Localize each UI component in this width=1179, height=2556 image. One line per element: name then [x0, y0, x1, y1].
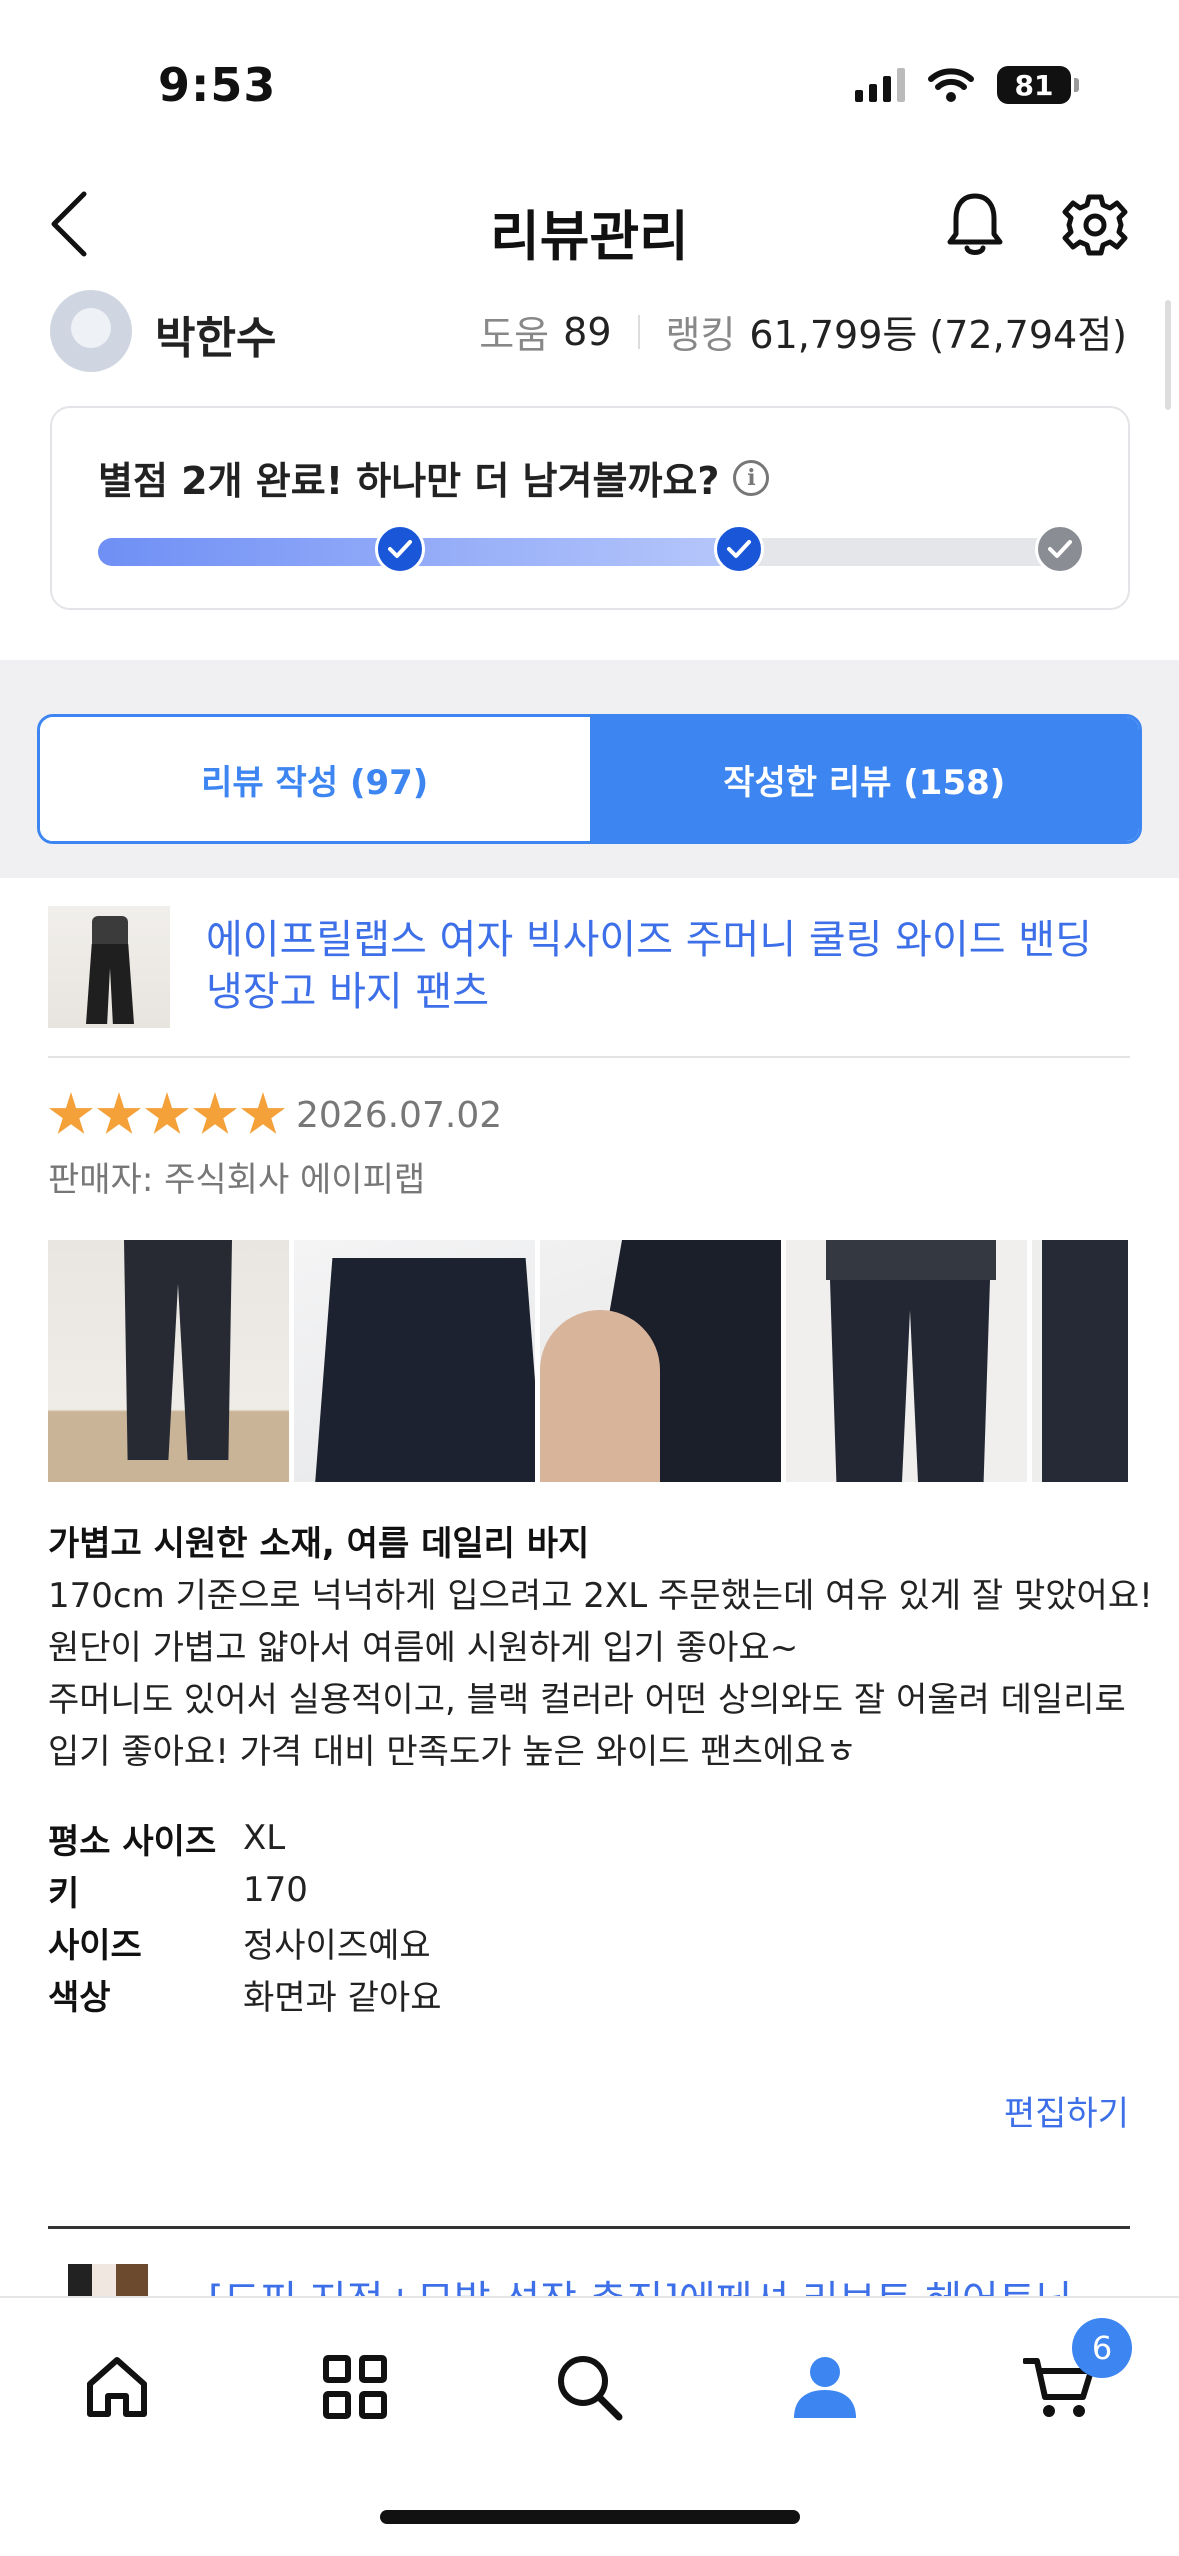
step-3-check-icon: [1035, 524, 1085, 574]
avatar[interactable]: [50, 290, 132, 372]
review-headline: 가볍고 시원한 소재, 여름 데일리 바지: [48, 1524, 590, 1564]
nav-search-button[interactable]: [544, 2342, 634, 2432]
scrollbar[interactable]: [1165, 300, 1171, 410]
seller-name: 판매자: 주식회사 에이피랩: [48, 1160, 426, 1200]
attribute-key: 사이즈: [48, 1925, 142, 1966]
review-photo[interactable]: [786, 1240, 1027, 1482]
cart-count-badge: 6: [1072, 2318, 1132, 2378]
attribute-row: 색상 화면과 같아요: [48, 1968, 442, 2020]
gear-icon: [1062, 194, 1128, 256]
grid-icon: [323, 2355, 387, 2419]
product-title[interactable]: 에이프릴랩스 여자 빅사이즈 주머니 쿨링 와이드 밴딩 냉장고 바지 팬츠: [206, 914, 1106, 1018]
attribute-key: 키: [48, 1873, 80, 1914]
star-rating-progress-card: 별점 2개 완료! 하나만 더 남겨볼까요? i: [50, 406, 1130, 610]
progress-track: [98, 538, 1084, 566]
progress-message: 별점 2개 완료! 하나만 더 남겨볼까요?: [98, 459, 720, 503]
divider: [48, 1056, 1130, 1058]
divider: [48, 2226, 1130, 2229]
ranking-label: 랭킹: [665, 313, 736, 357]
attribute-value: 170: [243, 1870, 308, 1910]
status-bar: 9:53 81: [0, 0, 1179, 170]
star-icon: [96, 1092, 142, 1134]
attribute-key: 평소 사이즈: [48, 1821, 217, 1862]
notifications-button[interactable]: [940, 188, 1010, 262]
product-title[interactable]: [드피 지정+모발 성장 촉진]에페셔 리브트 헤어토닉: [208, 2268, 1072, 2296]
settings-button[interactable]: [1060, 188, 1130, 262]
review-photos: [48, 1240, 1128, 1482]
review-line: 주머니도 있어서 실용적이고, 블랙 컬러라 어떤 상의와도 잘 어울려 데일리…: [48, 1680, 1126, 1720]
battery-icon: 81: [997, 66, 1079, 104]
progress-message-row: 별점 2개 완료! 하나만 더 남겨볼까요? i: [98, 450, 770, 505]
stats-divider: [637, 314, 640, 349]
profile-summary: 박한수 도움 89 랭킹 61,799등 (72,794점): [0, 280, 1179, 380]
nav-home-button[interactable]: [72, 2342, 162, 2432]
review-date: 2026.07.02: [296, 1094, 503, 1136]
review-photo[interactable]: [294, 1240, 535, 1482]
attribute-value: 정사이즈예요: [243, 1925, 431, 1966]
star-icon: [48, 1092, 94, 1134]
rating-row: 2026.07.02: [48, 1092, 502, 1138]
attribute-row: 평소 사이즈 XL: [48, 1812, 442, 1864]
status-time: 9:53: [158, 58, 277, 112]
star-icon: [240, 1092, 286, 1134]
ranking-value: 61,799등 (72,794점): [749, 313, 1127, 357]
product-thumbnail[interactable]: [48, 906, 170, 1028]
attribute-key: 색상: [48, 1977, 111, 2018]
help-count: 89: [563, 309, 612, 354]
review-attributes: 평소 사이즈 XL 키 170 사이즈 정사이즈예요 색상 화면과 같아요: [48, 1812, 442, 2020]
product-thumbnail[interactable]: [68, 2264, 148, 2296]
step-1-check-icon: [375, 524, 425, 574]
review-product[interactable]: 에이프릴랩스 여자 빅사이즈 주머니 쿨링 와이드 밴딩 냉장고 바지 팬츠: [48, 906, 1130, 1056]
edit-review-button[interactable]: 편집하기: [1004, 2086, 1129, 2135]
bell-icon: [947, 193, 1003, 255]
home-indicator: [380, 2510, 800, 2524]
attribute-row: 키 170: [48, 1864, 442, 1916]
signal-icon: [855, 68, 905, 102]
next-review-item[interactable]: [드피 지정+모발 성장 촉진]에페셔 리브트 헤어토닉: [48, 2256, 1158, 2296]
review-line: 170cm 기준으로 넉넉하게 입으려고 2XL 주문했는데 여유 있게 잘 맞…: [48, 1576, 1153, 1616]
profile-stats: 도움 89 랭킹 61,799등 (72,794점): [479, 304, 1127, 359]
review-tabs: 리뷰 작성 (97) 작성한 리뷰 (158): [37, 714, 1142, 844]
attribute-value: XL: [243, 1818, 286, 1858]
profile-name: 박한수: [155, 313, 277, 364]
review-photo[interactable]: [540, 1240, 781, 1482]
step-2-check-icon: [714, 524, 764, 574]
status-icons: 81: [855, 66, 1079, 104]
star-rating: [48, 1092, 286, 1138]
search-icon: [558, 2356, 623, 2421]
nav-categories-button[interactable]: [310, 2342, 400, 2432]
tab-written-reviews[interactable]: 작성한 리뷰 (158): [589, 717, 1139, 841]
battery-level: 81: [997, 66, 1071, 104]
tab-write-review[interactable]: 리뷰 작성 (97): [40, 717, 590, 841]
attribute-value: 화면과 같아요: [243, 1977, 442, 2018]
star-icon: [192, 1092, 238, 1134]
wifi-icon: [928, 68, 974, 102]
nav-my-page-button[interactable]: [780, 2342, 870, 2432]
attribute-row: 사이즈 정사이즈예요: [48, 1916, 442, 1968]
review-photo[interactable]: [48, 1240, 289, 1482]
home-icon: [87, 2357, 147, 2417]
review-line: 입기 좋아요! 가격 대비 만족도가 높은 와이드 팬츠에요ㅎ: [48, 1732, 857, 1772]
star-icon: [144, 1092, 190, 1134]
profile-icon: [794, 2357, 856, 2418]
review-line: 원단이 가볍고 얇아서 여름에 시원하게 입기 좋아요~: [48, 1628, 799, 1668]
review-photo[interactable]: [1032, 1240, 1128, 1482]
info-icon[interactable]: i: [733, 459, 770, 496]
help-label: 도움: [479, 313, 550, 357]
header: 리뷰관리: [0, 170, 1179, 280]
review-body: 170cm 기준으로 넉넉하게 입으려고 2XL 주문했는데 여유 있게 잘 맞…: [48, 1570, 1153, 1778]
